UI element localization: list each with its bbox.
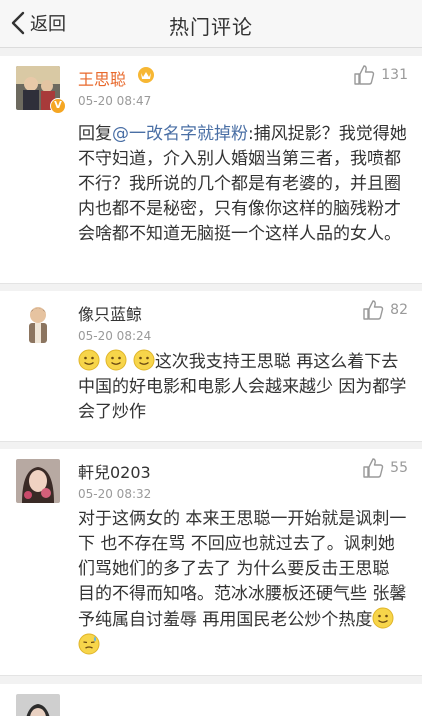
comment-time: 05-20 08:32 <box>78 487 152 501</box>
comment-time: 05-20 08:47 <box>78 94 152 108</box>
comment-body: 这次我支持王思聪 再这么着下去 中国的好电影和电影人会越来越少 因为都学会了炒作 <box>78 352 407 422</box>
comment-text: 回复@一改名字就掉粉:捕风捉影？我觉得她不守妇道，介入别人婚姻当第三者，我喷都不… <box>78 122 408 247</box>
thumbs-up-icon <box>363 458 384 478</box>
comment-item <box>0 684 422 716</box>
member-crown-icon <box>138 67 154 83</box>
avatar[interactable] <box>16 301 60 345</box>
like-button[interactable]: 131 <box>353 64 408 86</box>
comment-item: 軒兒0203 05-20 08:32 55 对于这俩女的 本来王思聪一开始就是讽… <box>0 449 422 676</box>
comment-body: 对于这俩女的 本来王思聪一开始就是讽刺一下 也不存在骂 不回应也就过去了。讽刺她… <box>78 509 407 630</box>
smile-emoji-icon <box>133 349 155 371</box>
avatar[interactable] <box>16 694 60 716</box>
avatar[interactable] <box>16 459 60 503</box>
sweat-emoji-icon <box>78 633 100 655</box>
thumbs-up-icon <box>363 300 384 320</box>
comment-item: V 王思聪 05-20 08:47 131 回复@一改名字就掉粉:捕风捉影？我觉… <box>0 56 422 284</box>
comment-item: 像只蓝鲸 05-20 08:24 82 这次我支持王思聪 再这么着下去 中国的好… <box>0 291 422 442</box>
like-count: 131 <box>381 67 408 83</box>
like-button[interactable]: 55 <box>362 457 408 479</box>
thumbs-up-icon <box>354 65 375 85</box>
reply-prefix: 回复 <box>78 124 112 144</box>
smile-emoji-icon <box>372 607 394 629</box>
like-button[interactable]: 82 <box>362 299 408 321</box>
smile-emoji-icon <box>78 349 100 371</box>
top-nav-bar: 返回 热门评论 <box>0 0 422 48</box>
comment-username[interactable]: 軒兒0203 <box>78 459 151 483</box>
like-count: 82 <box>390 302 408 318</box>
comment-text: 这次我支持王思聪 再这么着下去 中国的好电影和电影人会越来越少 因为都学会了炒作 <box>78 349 408 425</box>
smile-emoji-icon <box>105 349 127 371</box>
comment-username[interactable]: 像只蓝鲸 <box>78 301 142 325</box>
comment-username[interactable]: 王思聪 <box>78 66 126 90</box>
mention-link[interactable]: @一改名字就掉粉 <box>112 124 248 144</box>
like-count: 55 <box>390 460 408 476</box>
comment-time: 05-20 08:24 <box>78 329 152 343</box>
page-title: 热门评论 <box>169 15 253 39</box>
verified-badge-icon: V <box>50 98 66 114</box>
comment-text: 对于这俩女的 本来王思聪一开始就是讽刺一下 也不存在骂 不回应也就过去了。讽刺她… <box>78 507 408 659</box>
